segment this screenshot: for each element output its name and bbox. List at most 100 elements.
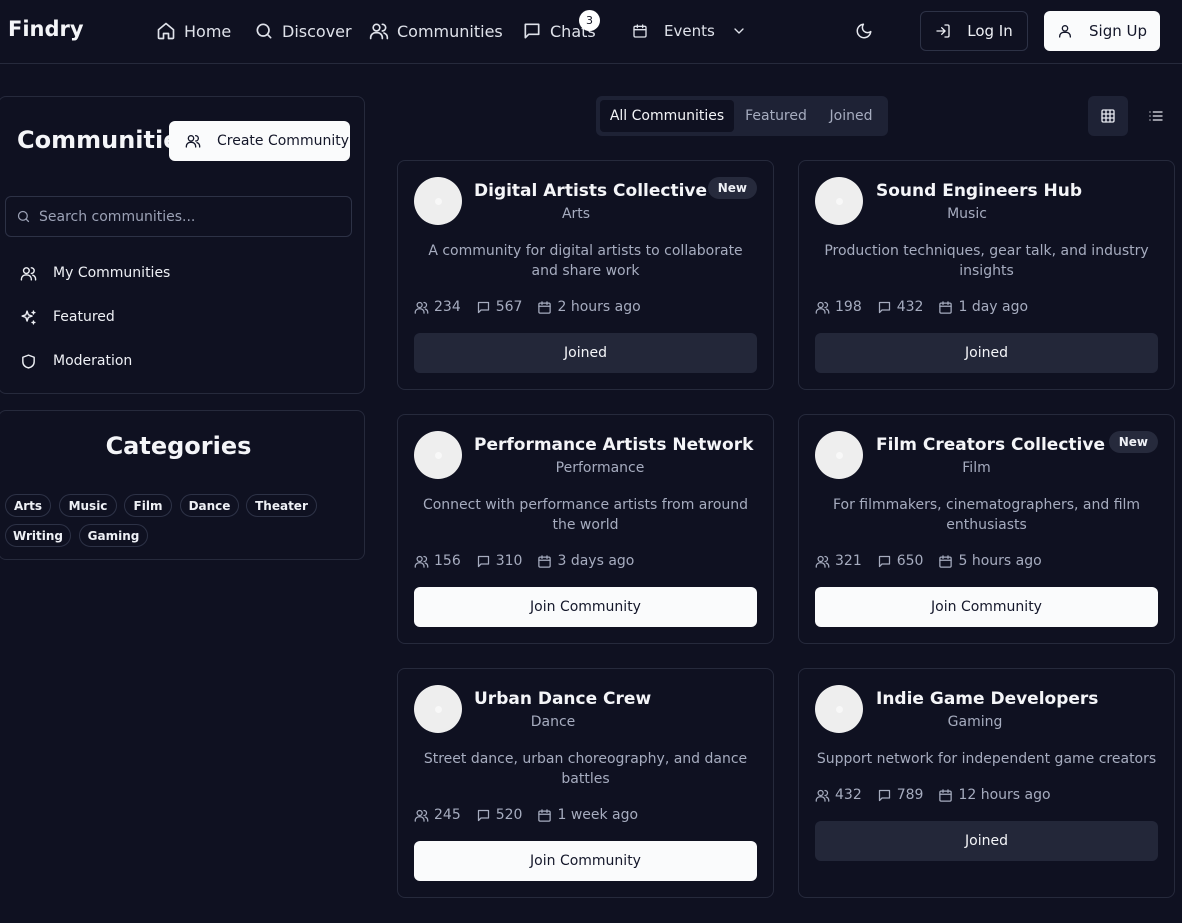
joined-button[interactable]: Joined bbox=[815, 333, 1158, 373]
community-category: Gaming bbox=[947, 714, 1003, 730]
users-icon bbox=[815, 789, 830, 802]
category-chip-gaming[interactable]: Gaming bbox=[79, 524, 148, 547]
calendar-icon bbox=[538, 300, 552, 314]
last-active: 1 day ago bbox=[958, 299, 1029, 315]
join-community-button[interactable]: Join Community bbox=[815, 587, 1158, 627]
activity-stat: 1 week ago bbox=[537, 807, 638, 823]
posts-stat: 789 bbox=[877, 787, 923, 803]
chats-unread-badge: 3 bbox=[579, 10, 600, 31]
activity-stat: 1 day ago bbox=[938, 299, 1028, 315]
calendar-icon bbox=[939, 788, 953, 802]
community-name: Indie Game Developers bbox=[876, 689, 1099, 709]
nav-discover-label: Discover bbox=[282, 21, 352, 41]
category-chip-film[interactable]: Film bbox=[124, 494, 172, 517]
posts-count: 432 bbox=[896, 299, 924, 315]
members-stat: 321 bbox=[815, 553, 862, 569]
members-stat: 156 bbox=[414, 553, 461, 569]
members-count: 234 bbox=[434, 299, 461, 315]
nav-communities-label: Communities bbox=[397, 21, 503, 41]
new-badge: New bbox=[1108, 431, 1158, 453]
tab-joined[interactable]: Joined bbox=[818, 100, 884, 132]
join-community-button[interactable]: Join Community bbox=[414, 587, 757, 627]
members-count: 432 bbox=[835, 787, 862, 803]
community-category: Film bbox=[962, 460, 991, 476]
sidebar-title: Communities bbox=[17, 126, 194, 154]
nav-communities[interactable]: Communities bbox=[369, 19, 503, 43]
grid-view-button[interactable] bbox=[1088, 96, 1128, 136]
posts-stat: 432 bbox=[877, 299, 924, 315]
create-community-button[interactable]: Create Community bbox=[169, 121, 350, 161]
posts-stat: 520 bbox=[476, 807, 522, 823]
last-active: 3 days ago bbox=[557, 553, 635, 569]
users-icon bbox=[815, 301, 830, 314]
list-view-button[interactable] bbox=[1136, 96, 1176, 136]
users-icon bbox=[369, 23, 389, 40]
search-icon bbox=[256, 23, 272, 39]
sidebar-item-label: Featured bbox=[53, 309, 115, 325]
tab-all-communities[interactable]: All Communities bbox=[600, 100, 734, 132]
users-icon bbox=[414, 301, 429, 314]
users-icon bbox=[414, 555, 429, 568]
posts-stat: 567 bbox=[476, 299, 522, 315]
chevron-down-icon bbox=[734, 28, 744, 34]
category-chip-theater[interactable]: Theater bbox=[246, 494, 317, 517]
sidebar-item-label: Moderation bbox=[53, 353, 133, 369]
sidebar-item-my-communities[interactable]: My Communities bbox=[20, 261, 170, 285]
members-stat: 432 bbox=[815, 787, 862, 803]
theme-toggle-button[interactable] bbox=[855, 22, 873, 40]
calendar-icon bbox=[538, 808, 552, 822]
sidebar-item-label: My Communities bbox=[53, 265, 171, 281]
community-name: Film Creators Collective bbox=[876, 435, 1105, 455]
category-chip-arts[interactable]: Arts bbox=[5, 494, 51, 517]
brand-logo[interactable]: Findry bbox=[8, 17, 84, 41]
calendar-icon bbox=[939, 300, 953, 314]
top-navigation: Findry Home Discover Communities Chats 3… bbox=[0, 0, 1182, 64]
last-active: 1 week ago bbox=[557, 807, 639, 823]
category-chip-music[interactable]: Music bbox=[59, 494, 117, 517]
community-card[interactable]: Indie Game Developers Gaming Support net… bbox=[798, 668, 1175, 898]
community-stats: 245 520 1 week ago bbox=[414, 805, 653, 825]
chat-icon bbox=[878, 555, 890, 567]
search-input[interactable] bbox=[39, 208, 339, 225]
new-badge: New bbox=[707, 177, 757, 199]
members-stat: 245 bbox=[414, 807, 461, 823]
login-button[interactable]: Log In bbox=[920, 11, 1028, 51]
joined-button[interactable]: Joined bbox=[414, 333, 757, 373]
join-community-button[interactable]: Join Community bbox=[414, 841, 757, 881]
community-card[interactable]: Film Creators Collective Film New For fi… bbox=[798, 414, 1175, 644]
category-chip-dance[interactable]: Dance bbox=[180, 494, 239, 517]
joined-button[interactable]: Joined bbox=[815, 821, 1158, 861]
chat-icon bbox=[477, 555, 489, 567]
community-card[interactable]: Urban Dance Crew Dance Street dance, urb… bbox=[397, 668, 774, 898]
activity-stat: 5 hours ago bbox=[938, 553, 1042, 569]
community-description: A community for digital artists to colla… bbox=[428, 243, 743, 279]
sidebar-item-featured[interactable]: Featured bbox=[20, 305, 115, 329]
calendar-icon bbox=[538, 554, 552, 568]
sidebar-item-moderation[interactable]: Moderation bbox=[20, 349, 132, 373]
activity-stat: 12 hours ago bbox=[938, 787, 1051, 803]
user-icon bbox=[1059, 25, 1071, 38]
community-stats: 321 650 5 hours ago bbox=[815, 551, 1057, 571]
community-description: Production techniques, gear talk, and in… bbox=[824, 243, 1149, 279]
community-card[interactable]: Performance Artists Network Performance … bbox=[397, 414, 774, 644]
nav-home[interactable]: Home bbox=[156, 19, 231, 43]
categories-title: Categories bbox=[105, 432, 252, 460]
last-active: 5 hours ago bbox=[958, 553, 1042, 569]
community-card[interactable]: Sound Engineers Hub Music Production tec… bbox=[798, 160, 1175, 390]
moon-icon bbox=[856, 23, 872, 39]
community-avatar bbox=[815, 685, 863, 733]
signup-button[interactable]: Sign Up bbox=[1044, 11, 1160, 51]
posts-count: 310 bbox=[495, 553, 523, 569]
category-chip-writing[interactable]: Writing bbox=[5, 524, 71, 547]
events-dropdown[interactable]: Events bbox=[626, 17, 753, 45]
search-field bbox=[5, 196, 352, 237]
nav-discover[interactable]: Discover bbox=[254, 19, 352, 43]
shield-icon bbox=[22, 353, 35, 369]
chat-icon bbox=[878, 301, 890, 313]
community-description: For filmmakers, cinematographers, and fi… bbox=[832, 497, 1141, 533]
community-description: Street dance, urban choreography, and da… bbox=[423, 751, 748, 787]
posts-count: 650 bbox=[896, 553, 924, 569]
community-card[interactable]: Digital Artists Collective Arts New A co… bbox=[397, 160, 774, 390]
tab-featured[interactable]: Featured bbox=[734, 100, 818, 132]
list-icon bbox=[1149, 111, 1163, 121]
